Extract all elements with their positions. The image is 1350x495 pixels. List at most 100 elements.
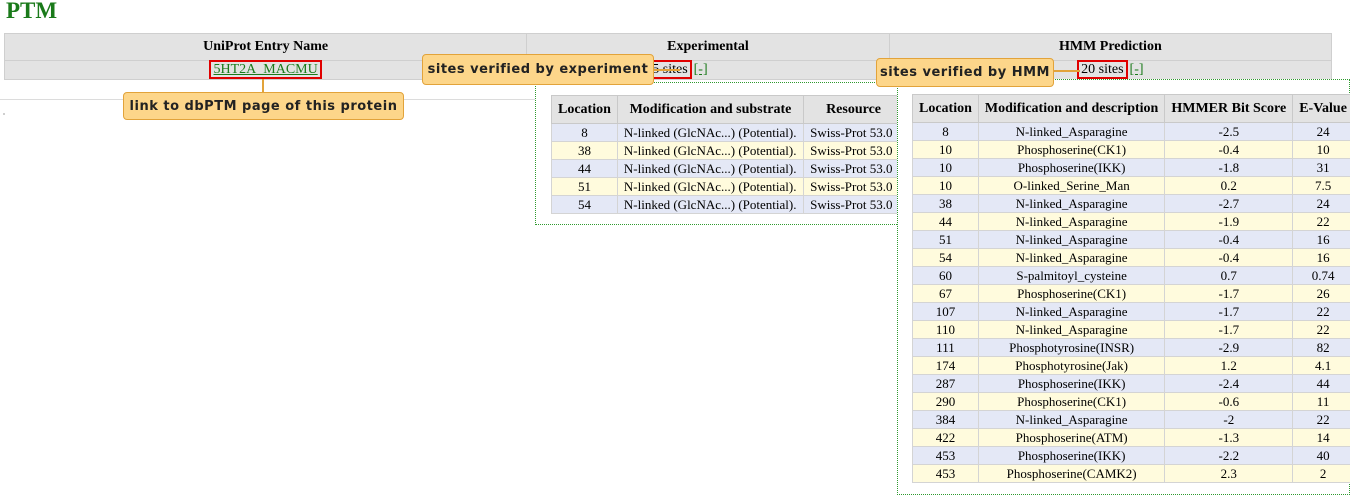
hmm-cell-3: 7.5 xyxy=(1292,176,1350,195)
exp-header-modification: Modification and substrate xyxy=(616,95,805,124)
hmm-header-evalue: E-Value xyxy=(1292,94,1350,123)
hmm-cell-3: 2 xyxy=(1292,464,1350,483)
experimental-sites-popup: Location Modification and substrate Reso… xyxy=(535,82,905,225)
hmm-table-body: 8 N-linked_Asparagine -2.5 24 10 Phosphoserin… xyxy=(912,122,1350,483)
hmm-cell-3: 22 xyxy=(1292,302,1350,321)
hmm-cell-2: -2.7 xyxy=(1164,194,1294,213)
hmm-cell-1: Phosphoserine(CAMK2) xyxy=(977,464,1166,483)
hmm-callout-connector xyxy=(1054,70,1080,72)
hmm-cell-0: 453 xyxy=(912,446,979,465)
table-row: 54 N-linked_Asparagine -0.4 16 xyxy=(912,248,1350,267)
table-row: 44 N-linked_Asparagine -1.9 22 xyxy=(912,212,1350,231)
hmm-cell-2: -2.2 xyxy=(1164,446,1294,465)
hmm-cell-3: 14 xyxy=(1292,428,1350,447)
exp-header-resource: Resource xyxy=(803,95,904,124)
hmm-cell-0: 384 xyxy=(912,410,979,429)
page-title: PTM xyxy=(6,0,58,23)
hmm-cell-2: -1.7 xyxy=(1164,284,1294,303)
hmm-cell-1: Phosphoserine(IKK) xyxy=(977,158,1166,177)
hmm-cell-3: 0.74 xyxy=(1292,266,1350,285)
entry-name-link[interactable]: 5HT2A_MACMU xyxy=(213,62,317,77)
hmm-cell-1: Phosphoserine(IKK) xyxy=(977,446,1166,465)
experimental-cell-0: 38 xyxy=(551,141,618,160)
table-row: 44 N-linked (GlcNAc...) (Potential). Swiss… xyxy=(551,159,904,178)
experimental-cell-2: Swiss-Prot 53.0 xyxy=(803,195,904,214)
hmm-cell-2: -1.7 xyxy=(1164,320,1294,339)
experimental-callout: sites verified by experiment xyxy=(422,54,654,85)
hmm-cell-2: 2.3 xyxy=(1164,464,1294,483)
hmm-cell-1: S-palmitoyl_cysteine xyxy=(977,266,1166,285)
hmm-cell-2: 1.2 xyxy=(1164,356,1294,375)
experimental-cell-1: N-linked (GlcNAc...) (Potential). xyxy=(616,195,805,214)
hmm-cell-0: 10 xyxy=(912,140,979,159)
hmm-cell-1: Phosphoserine(CK1) xyxy=(977,392,1166,411)
header-hmm-prediction: HMM Prediction xyxy=(888,33,1333,61)
hmm-cell-0: 60 xyxy=(912,266,979,285)
table-row: 8 N-linked_Asparagine -2.5 24 xyxy=(912,122,1350,141)
hmm-cell-0: 107 xyxy=(912,302,979,321)
hmm-cell-2: -0.4 xyxy=(1164,140,1294,159)
hmm-cell-1: N-linked_Asparagine xyxy=(977,122,1166,141)
hmm-cell-3: 44 xyxy=(1292,374,1350,393)
experimental-cell-0: 44 xyxy=(551,159,618,178)
experimental-cell-1: N-linked (GlcNAc...) (Potential). xyxy=(616,141,805,160)
table-row: 54 N-linked (GlcNAc...) (Potential). Swiss… xyxy=(551,195,904,214)
hmm-cell-2: -2.4 xyxy=(1164,374,1294,393)
experimental-cell-0: 8 xyxy=(551,123,618,142)
table-row: 384 N-linked_Asparagine -2 22 xyxy=(912,410,1350,429)
table-row: 174 Phosphotyrosine(Jak) 1.2 4.1 xyxy=(912,356,1350,375)
hmm-cell-1: N-linked_Asparagine xyxy=(977,248,1166,267)
hmm-header-modification: Modification and description xyxy=(977,94,1166,123)
hmm-cell-0: 38 xyxy=(912,194,979,213)
experimental-cell-2: Swiss-Prot 53.0 xyxy=(803,123,904,142)
hmm-cell-2: -0.4 xyxy=(1164,230,1294,249)
hmm-cell-2: -2.9 xyxy=(1164,338,1294,357)
hmm-cell-3: 31 xyxy=(1292,158,1350,177)
hmm-cell-0: 290 xyxy=(912,392,979,411)
hmm-cell-1: Phosphotyrosine(Jak) xyxy=(977,356,1166,375)
hmm-cell-0: 54 xyxy=(912,248,979,267)
experimental-cell-0: 51 xyxy=(551,177,618,196)
hmm-cell-0: 51 xyxy=(912,230,979,249)
hmm-cell-2: -2.5 xyxy=(1164,122,1294,141)
hmm-cell-3: 82 xyxy=(1292,338,1350,357)
ptm-summary-table: UniProt Entry Name Experimental HMM Pred… xyxy=(3,33,1333,80)
table-row: 107 N-linked_Asparagine -1.7 22 xyxy=(912,302,1350,321)
hmm-cell-3: 40 xyxy=(1292,446,1350,465)
table-row: 453 Phosphoserine(IKK) -2.2 40 xyxy=(912,446,1350,465)
hmm-cell-2: -2 xyxy=(1164,410,1294,429)
hmm-cell-0: 111 xyxy=(912,338,979,357)
hmm-cell-2: 0.2 xyxy=(1164,176,1294,195)
hmm-cell-1: Phosphoserine(IKK) xyxy=(977,374,1166,393)
table-row: 290 Phosphoserine(CK1) -0.6 11 xyxy=(912,392,1350,411)
experimental-cell-1: N-linked (GlcNAc...) (Potential). xyxy=(616,159,805,178)
hmm-header-location: Location xyxy=(912,94,979,123)
hmm-cell-2: -0.4 xyxy=(1164,248,1294,267)
hmm-toggle-link[interactable]: [-] xyxy=(1130,62,1144,77)
hmm-cell-2: 0.7 xyxy=(1164,266,1294,285)
hmm-cell-1: Phosphoserine(ATM) xyxy=(977,428,1166,447)
table-row: 111 Phosphotyrosine(INSR) -2.9 82 xyxy=(912,338,1350,357)
hmm-cell-2: -1.7 xyxy=(1164,302,1294,321)
hmm-cell-3: 22 xyxy=(1292,410,1350,429)
hmm-cell-3: 22 xyxy=(1292,212,1350,231)
exp-header-location: Location xyxy=(551,95,618,124)
experimental-table-body: 8 N-linked (GlcNAc...) (Potential). Swiss-… xyxy=(551,123,904,214)
hmm-cell-3: 16 xyxy=(1292,230,1350,249)
hmm-sites-count: 20 sites xyxy=(1081,62,1124,77)
hmm-cell-1: N-linked_Asparagine xyxy=(977,194,1166,213)
hmm-cell-1: Phosphoserine(CK1) xyxy=(977,284,1166,303)
hmm-cell-1: N-linked_Asparagine xyxy=(977,212,1166,231)
hmm-cell-1: N-linked_Asparagine xyxy=(977,410,1166,429)
experimental-toggle-link[interactable]: [-] xyxy=(694,62,708,77)
hmm-cell-0: 44 xyxy=(912,212,979,231)
hmm-prediction-popup: Location Modification and description HM… xyxy=(897,79,1350,495)
hmm-cell-1: Phosphotyrosine(INSR) xyxy=(977,338,1166,357)
table-row: 422 Phosphoserine(ATM) -1.3 14 xyxy=(912,428,1350,447)
hmm-header-row: Location Modification and description HM… xyxy=(912,94,1350,123)
experimental-cell-2: Swiss-Prot 53.0 xyxy=(803,177,904,196)
hmm-cell-1: N-linked_Asparagine xyxy=(977,320,1166,339)
entry-highlight-box: 5HT2A_MACMU xyxy=(209,60,322,79)
hmm-cell-3: 24 xyxy=(1292,194,1350,213)
hmm-sites-highlight-box: 20 sites xyxy=(1077,60,1128,79)
